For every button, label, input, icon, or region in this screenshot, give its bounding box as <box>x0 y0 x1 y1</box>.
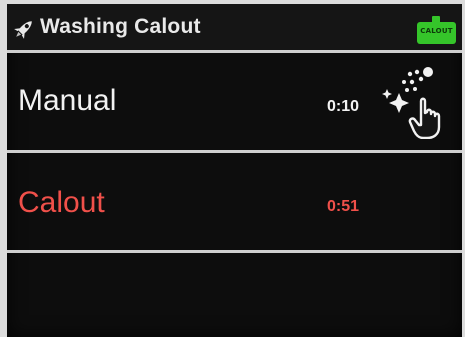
battery-icon <box>432 16 440 22</box>
header-bar: Washing Calout CALOUT <box>7 4 462 50</box>
program-label-manual: Manual <box>18 84 117 117</box>
program-row-manual[interactable]: Manual 0:10 <box>7 53 462 150</box>
empty-row <box>7 253 462 337</box>
program-row-calout[interactable]: Calout 0:51 <box>7 153 462 250</box>
calout-badge-label: CALOUT <box>420 27 453 35</box>
rocket-icon <box>14 21 32 39</box>
program-label-calout: Calout <box>18 186 105 219</box>
program-time-calout: 0:51 <box>327 198 360 215</box>
spray-hand-icon <box>382 67 441 139</box>
device-bezel: Washing Calout CALOUT Manual 0:10 Calout… <box>0 0 465 337</box>
program-time-manual: 0:10 <box>327 98 360 115</box>
calout-badge: CALOUT <box>417 16 456 44</box>
display-screen: Washing Calout CALOUT Manual 0:10 Calout… <box>7 4 462 337</box>
page-title: Washing Calout <box>40 15 201 38</box>
